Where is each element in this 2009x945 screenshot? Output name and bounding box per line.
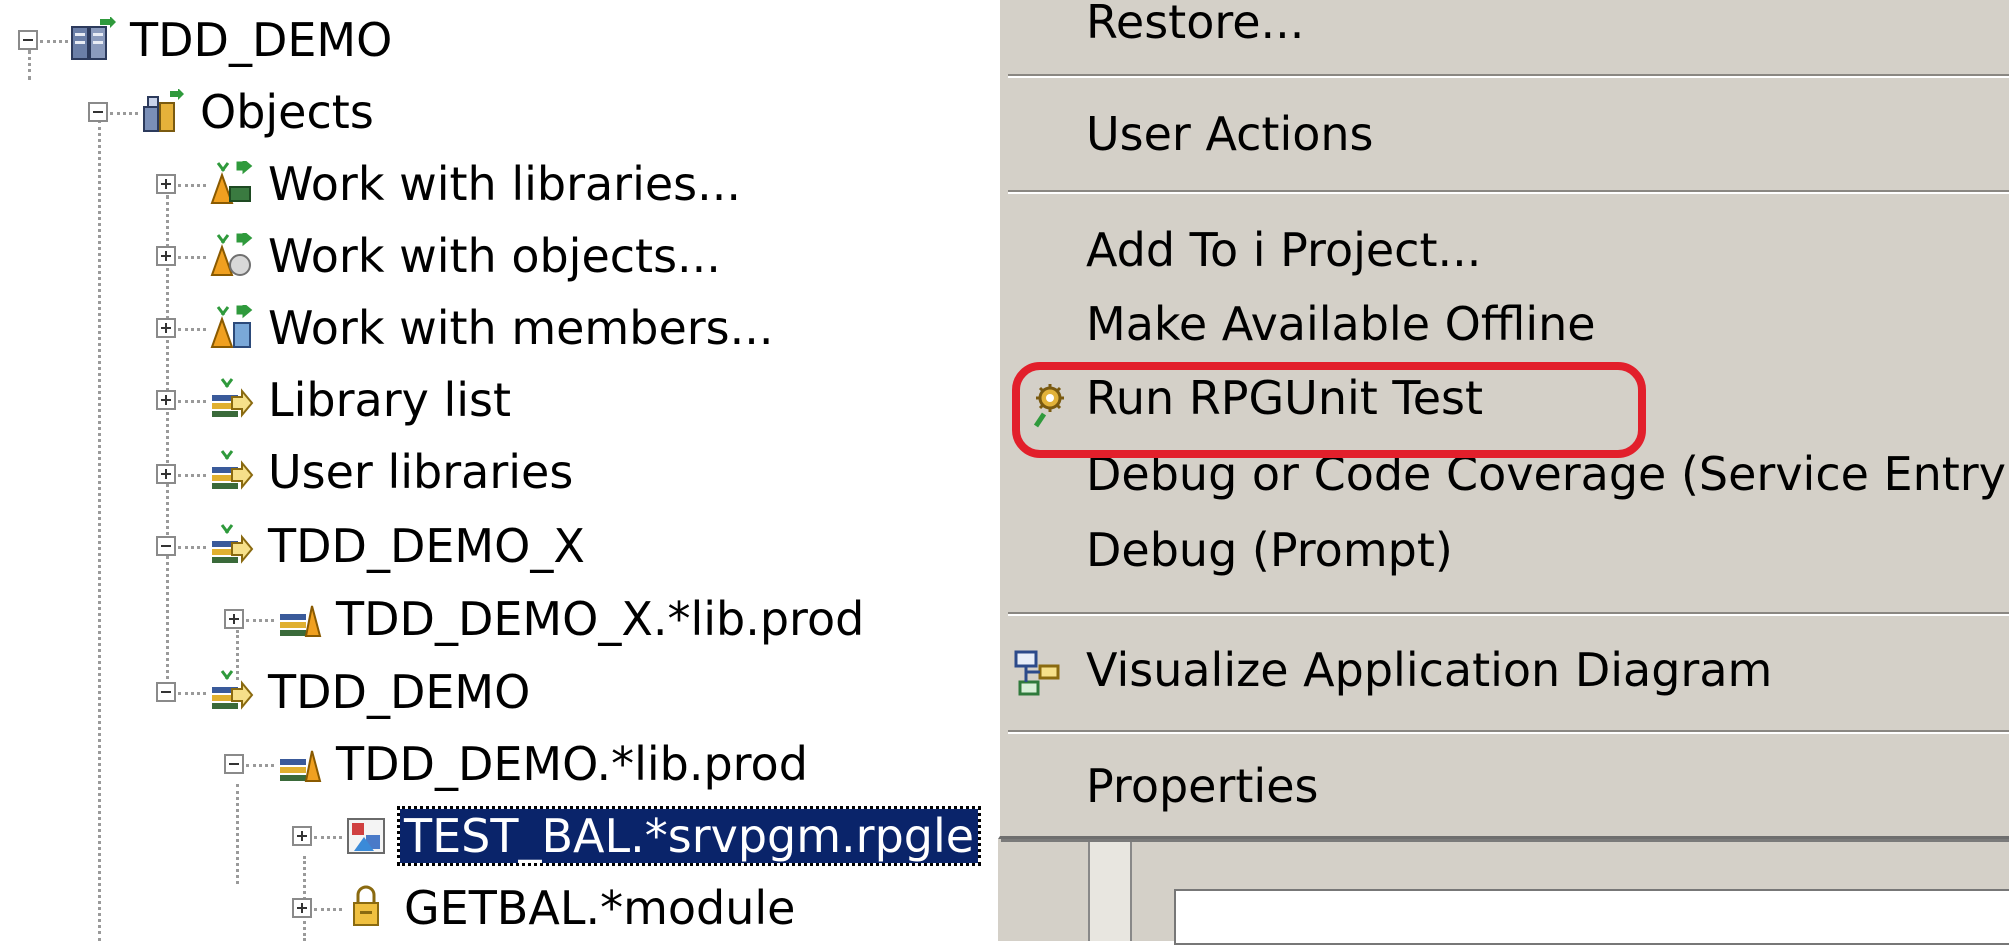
user-libraries-icon: [212, 450, 254, 490]
tree-node-label: User libraries: [268, 445, 574, 499]
service-program-icon: [347, 818, 385, 854]
expand-toggle[interactable]: [156, 464, 176, 484]
filter-libraries-icon: [210, 161, 253, 204]
tree-connector: [178, 692, 206, 695]
tree-connector: [178, 328, 206, 331]
menu-item-user-actions[interactable]: User Actions: [1086, 106, 1374, 162]
editor-background: [998, 839, 2009, 945]
tree-connector: [236, 784, 239, 884]
tree-connector: [246, 619, 274, 622]
tree-connector: [178, 546, 206, 549]
menu-item-debug-prompt[interactable]: Debug (Prompt): [1086, 522, 1453, 578]
diagram-icon: [1014, 650, 1060, 696]
tree-node-label: TDD_DEMO.*lib.prod: [336, 737, 808, 791]
menu-item-properties[interactable]: Properties: [1086, 758, 1318, 814]
library-icon: [280, 605, 322, 637]
tree-node-label: GETBAL.*module: [404, 881, 796, 935]
collapse-toggle[interactable]: [224, 754, 244, 774]
tree-node-label-selected: TEST_BAL.*srvpgm.rpgle: [396, 806, 982, 866]
tree-node-label: Work with objects...: [268, 229, 721, 283]
library-list-icon: [212, 378, 254, 418]
expand-toggle[interactable]: [156, 318, 176, 338]
tree-node-label: Objects: [200, 85, 374, 139]
filter-members-icon: [210, 305, 253, 348]
tree-node-work-with-objects[interactable]: Work with objects...: [208, 224, 725, 288]
menu-item-visualize-diagram[interactable]: Visualize Application Diagram: [1086, 642, 1772, 698]
expand-toggle[interactable]: [156, 246, 176, 266]
collapse-toggle[interactable]: [88, 102, 108, 122]
tree-node-objects[interactable]: Objects: [140, 80, 378, 144]
remote-systems-tree: TDD_DEMO Objects Work with libraries... …: [0, 0, 1000, 941]
tree-node-filter-tdd-demo-x[interactable]: TDD_DEMO_X: [208, 514, 589, 578]
module-icon: [353, 885, 379, 926]
tree-node-connection[interactable]: TDD_DEMO: [70, 8, 396, 72]
tree-connector: [98, 120, 101, 941]
expand-toggle[interactable]: [156, 174, 176, 194]
tree-connector: [178, 400, 206, 403]
tree-node-label: TDD_DEMO_X: [268, 519, 585, 573]
tree-connector: [246, 764, 274, 767]
tree-connector: [166, 195, 169, 693]
system-connection-icon: [71, 17, 116, 60]
tree-node-test-bal[interactable]: TEST_BAL.*srvpgm.rpgle: [344, 804, 982, 868]
tree-connector: [178, 256, 206, 259]
tree-node-work-with-members[interactable]: Work with members...: [208, 296, 777, 360]
tree-connector: [178, 184, 206, 187]
tree-connector: [40, 40, 68, 43]
tree-node-library-list[interactable]: Library list: [208, 368, 515, 432]
tree-connector: [28, 50, 31, 80]
menu-separator: [1008, 612, 2009, 616]
tree-node-label: TDD_DEMO: [268, 665, 531, 719]
tree-connector: [314, 836, 342, 839]
filter-objects-icon: [210, 233, 253, 276]
menu-separator: [1008, 74, 2009, 78]
panel-edge: [1088, 839, 1132, 941]
tree-node-work-with-libraries[interactable]: Work with libraries...: [208, 152, 745, 216]
tree-connector: [314, 908, 342, 911]
library-icon: [280, 750, 322, 782]
tree-node-getbal[interactable]: GETBAL.*module: [344, 876, 799, 940]
tree-node-lib-tdd-demo[interactable]: TDD_DEMO.*lib.prod: [276, 732, 812, 796]
objects-subsystem-icon: [143, 89, 184, 132]
menu-item-add-to-project[interactable]: Add To i Project...: [1086, 222, 1481, 278]
collapse-toggle[interactable]: [156, 536, 176, 556]
expand-toggle[interactable]: [224, 609, 244, 629]
expand-toggle[interactable]: [292, 898, 312, 918]
collapse-toggle[interactable]: [156, 682, 176, 702]
library-filter-icon: [212, 524, 254, 564]
tree-connector: [178, 474, 206, 477]
tree-node-label: Work with members...: [268, 301, 774, 355]
tree-node-label: Library list: [268, 373, 512, 427]
panel-input-area: [1174, 889, 2009, 945]
tree-node-lib-tdd-demo-x[interactable]: TDD_DEMO_X.*lib.prod: [276, 587, 868, 651]
menu-separator: [1008, 730, 2009, 734]
library-filter-icon: [212, 670, 254, 710]
tree-connector: [110, 112, 138, 115]
tree-node-label: TDD_DEMO_X.*lib.prod: [336, 592, 865, 646]
menu-item-make-offline[interactable]: Make Available Offline: [1086, 296, 1596, 352]
menu-item-restore[interactable]: Restore...: [1086, 0, 1304, 50]
tree-node-filter-tdd-demo[interactable]: TDD_DEMO: [208, 660, 534, 724]
expand-toggle[interactable]: [156, 390, 176, 410]
tree-node-label: TDD_DEMO: [130, 13, 393, 67]
expand-toggle[interactable]: [292, 826, 312, 846]
collapse-toggle[interactable]: [18, 30, 38, 50]
tree-node-user-libraries[interactable]: User libraries: [208, 440, 577, 504]
tree-node-label: Work with libraries...: [268, 157, 742, 211]
annotation-highlight-ring: [1012, 362, 1646, 458]
menu-separator: [1008, 190, 2009, 194]
